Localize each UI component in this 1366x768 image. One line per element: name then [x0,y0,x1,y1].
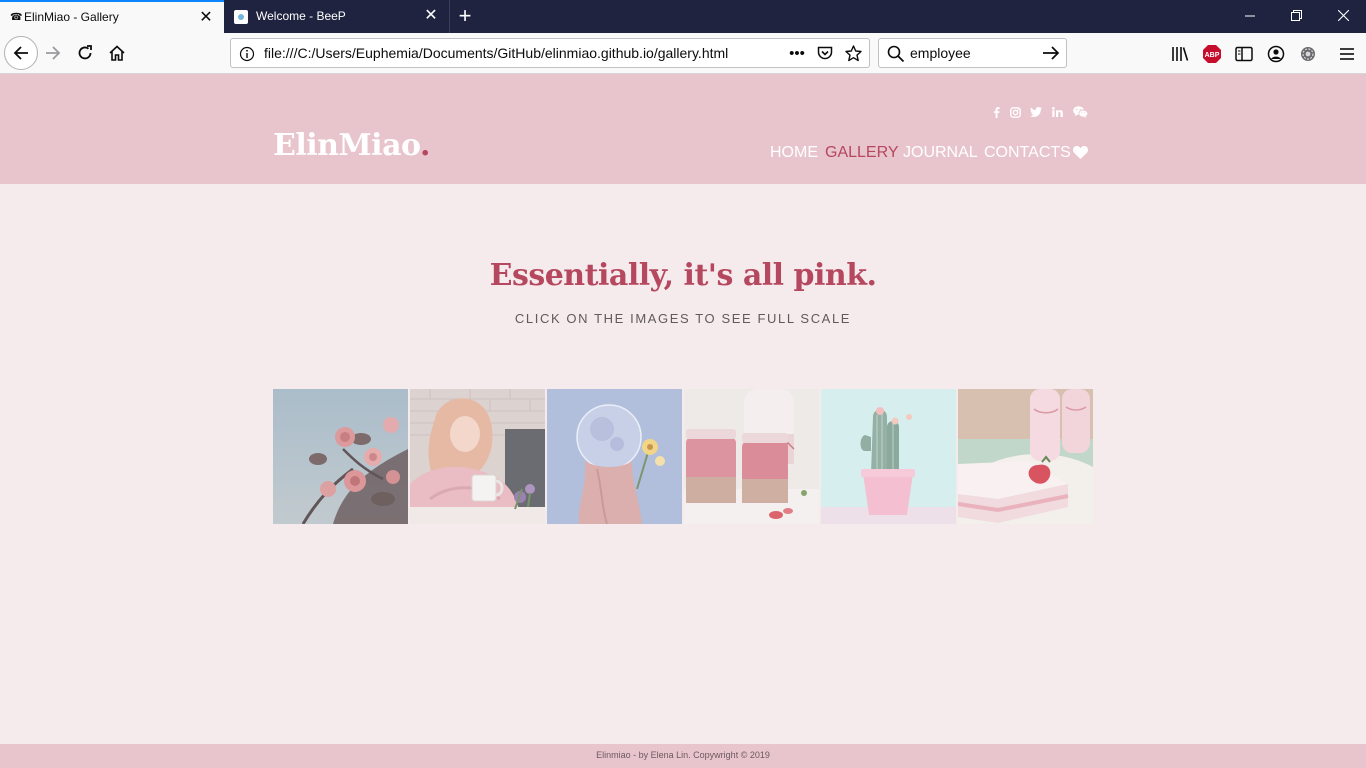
logo-dot: . [420,128,430,163]
site-favicon-icon: ☎ [10,12,23,23]
library-icon[interactable] [1169,43,1191,65]
page-instruction: CLICK ON THE IMAGES TO SEE FULL SCALE [514,311,852,326]
twitter-icon[interactable] [1029,105,1043,119]
footer-text: Elinmiao - by Elena Lin. Copywright © 20… [596,750,770,760]
close-tab-icon[interactable]: ✕ [423,8,439,24]
bookmark-star-icon[interactable] [844,44,862,62]
tab-elinmiao-gallery[interactable]: ☎ ElinMiao - Gallery ✕ [0,0,224,33]
reload-icon[interactable] [71,39,99,67]
browser-toolbar: file:///C:/Users/Euphemia/Documents/GitH… [0,33,1366,74]
forward-icon[interactable] [39,39,67,67]
adblock-label: ABP [1205,52,1220,59]
restore-icon[interactable] [1273,0,1319,33]
tab-title: Welcome - BeeP [256,9,346,23]
facebook-icon[interactable] [989,105,1003,119]
page-actions-icon[interactable]: ••• [788,44,806,62]
info-icon[interactable] [239,46,255,62]
home-icon[interactable] [103,39,131,67]
logo-text: ElinMiao [273,128,421,163]
search-bar[interactable]: employee [878,38,1067,68]
reader-sidebar-icon[interactable] [1233,43,1255,65]
nav-home[interactable]: HOME [770,144,818,162]
extension-gear-icon[interactable] [1297,43,1319,65]
gallery-image-girl-with-mug[interactable] [410,389,545,524]
url-text[interactable]: file:///C:/Users/Euphemia/Documents/GitH… [264,39,728,67]
url-bar[interactable]: file:///C:/Users/Euphemia/Documents/GitH… [230,38,870,68]
nav-contacts[interactable]: CONTACTS [984,144,1071,162]
hamburger-menu-icon[interactable] [1336,43,1358,65]
adblock-icon[interactable]: ABP [1201,43,1223,65]
site-header: ElinMiao. HOME GALLERY JOURNAL CONTACTS [0,74,1366,184]
close-tab-icon[interactable]: ✕ [198,10,214,26]
back-icon[interactable] [4,36,38,70]
beep-favicon-icon [234,10,248,24]
pocket-icon[interactable] [816,44,834,62]
gallery-image-pink-drinks[interactable] [684,389,819,524]
minimize-icon[interactable] [1227,0,1273,33]
nav-journal[interactable]: JOURNAL [903,144,978,162]
go-arrow-icon[interactable] [1042,44,1060,62]
heart-icon[interactable] [1073,145,1088,160]
browser-tab-bar: ☎ ElinMiao - Gallery ✕ Welcome - BeeP ✕ … [0,0,1366,33]
new-tab-icon[interactable]: + [455,5,475,27]
instagram-icon[interactable] [1008,105,1022,119]
account-icon[interactable] [1265,43,1287,65]
site-footer: Elinmiao - by Elena Lin. Copywright © 20… [0,744,1366,768]
search-input[interactable]: employee [910,39,971,67]
gallery-image-pink-roses[interactable] [273,389,408,524]
page-headline: Essentially, it's all pink. [489,258,877,293]
tab-title: ElinMiao - Gallery [24,10,119,24]
gallery-image-strawberry-cake[interactable] [958,389,1093,524]
linkedin-icon[interactable] [1050,105,1064,119]
site-logo[interactable]: ElinMiao. [273,128,430,163]
window-close-icon[interactable] [1320,0,1366,33]
wechat-icon[interactable] [1072,105,1088,119]
image-gallery [273,389,1093,524]
nav-gallery[interactable]: GALLERY [825,144,899,162]
gallery-image-potted-cactus[interactable] [821,389,956,524]
gallery-image-bubble-girl[interactable] [547,389,682,524]
tab-welcome-beep[interactable]: Welcome - BeeP ✕ [224,0,450,33]
search-icon [887,45,905,63]
